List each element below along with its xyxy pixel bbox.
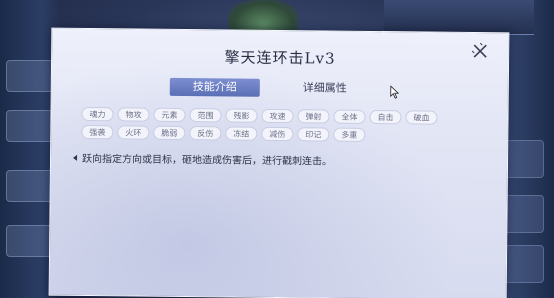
mouse-cursor-icon xyxy=(390,85,400,99)
skill-dialog: 擎天连环击Lv3 技能介绍 详细属性 魂力 物攻 元素 范围 残影 攻速 弹射 … xyxy=(48,27,510,298)
skill-tag: 破血 xyxy=(405,110,438,125)
skill-tag: 物攻 xyxy=(117,107,150,122)
close-button[interactable] xyxy=(470,41,490,61)
skill-tag: 多重 xyxy=(333,127,366,142)
close-icon xyxy=(471,42,487,58)
skill-tag: 减伤 xyxy=(261,126,294,142)
background-side-item xyxy=(6,60,54,92)
skill-tag: 自击 xyxy=(369,109,402,125)
skill-tag: 反伤 xyxy=(189,126,222,141)
skill-tag: 印记 xyxy=(297,127,330,142)
tab-skill-intro[interactable]: 技能介绍 xyxy=(169,77,260,97)
skill-tag: 范围 xyxy=(189,108,222,123)
skill-tag: 攻速 xyxy=(261,108,294,124)
bullet-arrow-icon xyxy=(73,154,78,161)
tab-detailed-attributes[interactable]: 详细属性 xyxy=(280,79,370,98)
background-top-panel xyxy=(384,0,534,35)
background-side-item xyxy=(6,225,54,257)
skill-tag: 脆弱 xyxy=(153,125,186,141)
skill-tag: 元素 xyxy=(153,107,186,123)
skill-tag: 弹射 xyxy=(297,109,330,124)
tag-row: 魂力 物攻 元素 范围 残影 攻速 弹射 全体 自击 破血 xyxy=(81,106,481,125)
skill-tag: 火环 xyxy=(117,125,150,140)
skill-tag: 残影 xyxy=(225,108,258,123)
background-side-item xyxy=(6,110,54,142)
background-side-item xyxy=(6,170,54,202)
skill-tag: 魂力 xyxy=(81,106,114,122)
skill-description-text: 跃向指定方向或目标，砸地造成伤害后，进行戳刺连击。 xyxy=(81,153,333,168)
skill-tags: 魂力 物攻 元素 范围 残影 攻速 弹射 全体 自击 破血 强袭 火环 脆弱 反… xyxy=(81,106,481,147)
tag-row: 强袭 火环 脆弱 反伤 冻结 减伤 印记 多重 xyxy=(81,124,481,143)
skill-tag: 冻结 xyxy=(225,126,258,141)
tab-bar: 技能介绍 详细属性 xyxy=(169,77,370,98)
skill-tag: 全体 xyxy=(333,109,366,124)
skill-tag: 强袭 xyxy=(81,124,114,140)
